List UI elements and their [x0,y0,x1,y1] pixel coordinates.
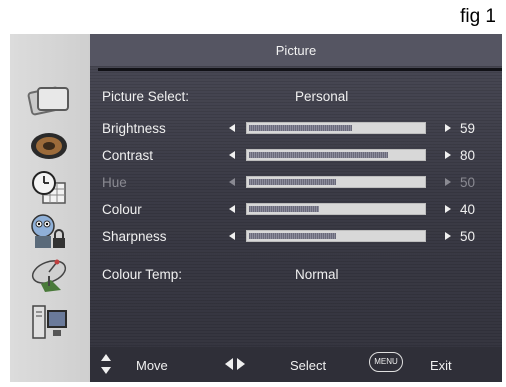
menu-sidebar [10,34,90,382]
setting-value: 50 [460,229,476,244]
setting-row-brightness[interactable]: Brightness 59 [90,118,502,140]
decrease-arrow-icon[interactable] [229,205,235,213]
setting-label: Brightness [102,121,166,136]
clock-icon[interactable] [24,168,74,208]
up-down-arrows-icon [100,353,112,378]
menu-footer: Move Select MENU Exit [90,347,502,382]
level-slider[interactable] [246,149,426,161]
increase-arrow-icon [445,178,451,186]
colour-temp-label: Colour Temp: [102,267,183,282]
sound-icon[interactable] [24,126,74,166]
move-hint: Move [136,358,168,373]
setting-label: Hue [102,175,127,190]
exit-hint: Exit [430,358,452,373]
level-slider[interactable] [246,203,426,215]
level-slider[interactable] [246,230,426,242]
setting-row-hue: Hue 50 [90,172,502,194]
setting-label: Sharpness [102,229,167,244]
picture-select-label: Picture Select: [102,89,190,104]
increase-arrow-icon[interactable] [445,151,451,159]
increase-arrow-icon[interactable] [445,124,451,132]
level-slider [246,176,426,188]
satellite-icon[interactable] [24,256,74,296]
slider-fill [249,233,336,239]
setting-row-sharpness[interactable]: Sharpness 50 [90,226,502,248]
decrease-arrow-icon[interactable] [229,151,235,159]
level-slider[interactable] [246,122,426,134]
colour-temp-row[interactable]: Colour Temp: Normal [90,264,502,286]
picture-select-row[interactable]: Picture Select: Personal [90,86,502,108]
picture-menu-panel: Picture Picture Select: Personal Brightn… [90,34,502,382]
setting-value: 59 [460,121,476,136]
decrease-arrow-icon [229,178,235,186]
decrease-arrow-icon[interactable] [229,232,235,240]
setting-value: 80 [460,148,476,163]
computer-icon[interactable] [24,302,74,342]
setting-value: 40 [460,202,476,217]
tv-osd-menu: Picture Picture Select: Personal Brightn… [10,34,502,382]
increase-arrow-icon[interactable] [445,205,451,213]
left-right-arrows-icon [224,357,246,374]
slider-fill [249,125,352,131]
colour-temp-value: Normal [295,267,339,282]
menu-title: Picture [90,34,502,66]
select-hint: Select [290,358,327,373]
setting-label: Contrast [102,148,154,163]
picture-select-value: Personal [295,89,349,104]
setting-row-colour[interactable]: Colour 40 [90,199,502,221]
lock-icon[interactable] [24,212,74,252]
menu-button-icon: MENU [369,352,403,372]
increase-arrow-icon[interactable] [445,232,451,240]
slider-fill [249,152,388,158]
decrease-arrow-icon[interactable] [229,124,235,132]
setting-row-contrast[interactable]: Contrast 80 [90,145,502,167]
picture-icon[interactable] [24,80,74,120]
slider-fill [249,179,336,185]
figure-label: fig 1 [460,6,496,27]
setting-label: Colour [102,202,142,217]
title-divider [98,68,502,71]
slider-fill [249,206,319,212]
setting-value: 50 [460,175,476,190]
